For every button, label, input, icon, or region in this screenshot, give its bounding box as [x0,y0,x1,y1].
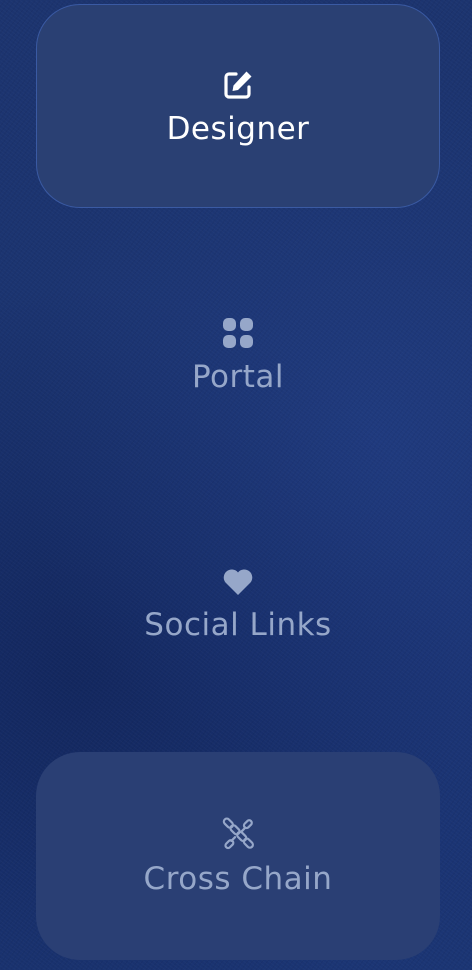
side-nav: Designer Portal Social Links Cross Chain [0,0,472,970]
nav-item-cross-chain[interactable]: Cross Chain [36,752,440,960]
nav-item-label: Designer [166,110,310,147]
nav-item-label: Social Links [144,606,332,643]
heart-icon [221,564,255,598]
nav-item-label: Portal [191,358,285,395]
grid-icon [221,316,255,350]
nav-item-designer[interactable]: Designer [36,4,440,208]
nav-item-portal[interactable]: Portal [36,252,440,456]
broken-chain-icon [221,817,255,852]
nav-item-label: Cross Chain [143,860,333,897]
edit-icon [221,68,255,102]
nav-item-social-links[interactable]: Social Links [36,500,440,704]
